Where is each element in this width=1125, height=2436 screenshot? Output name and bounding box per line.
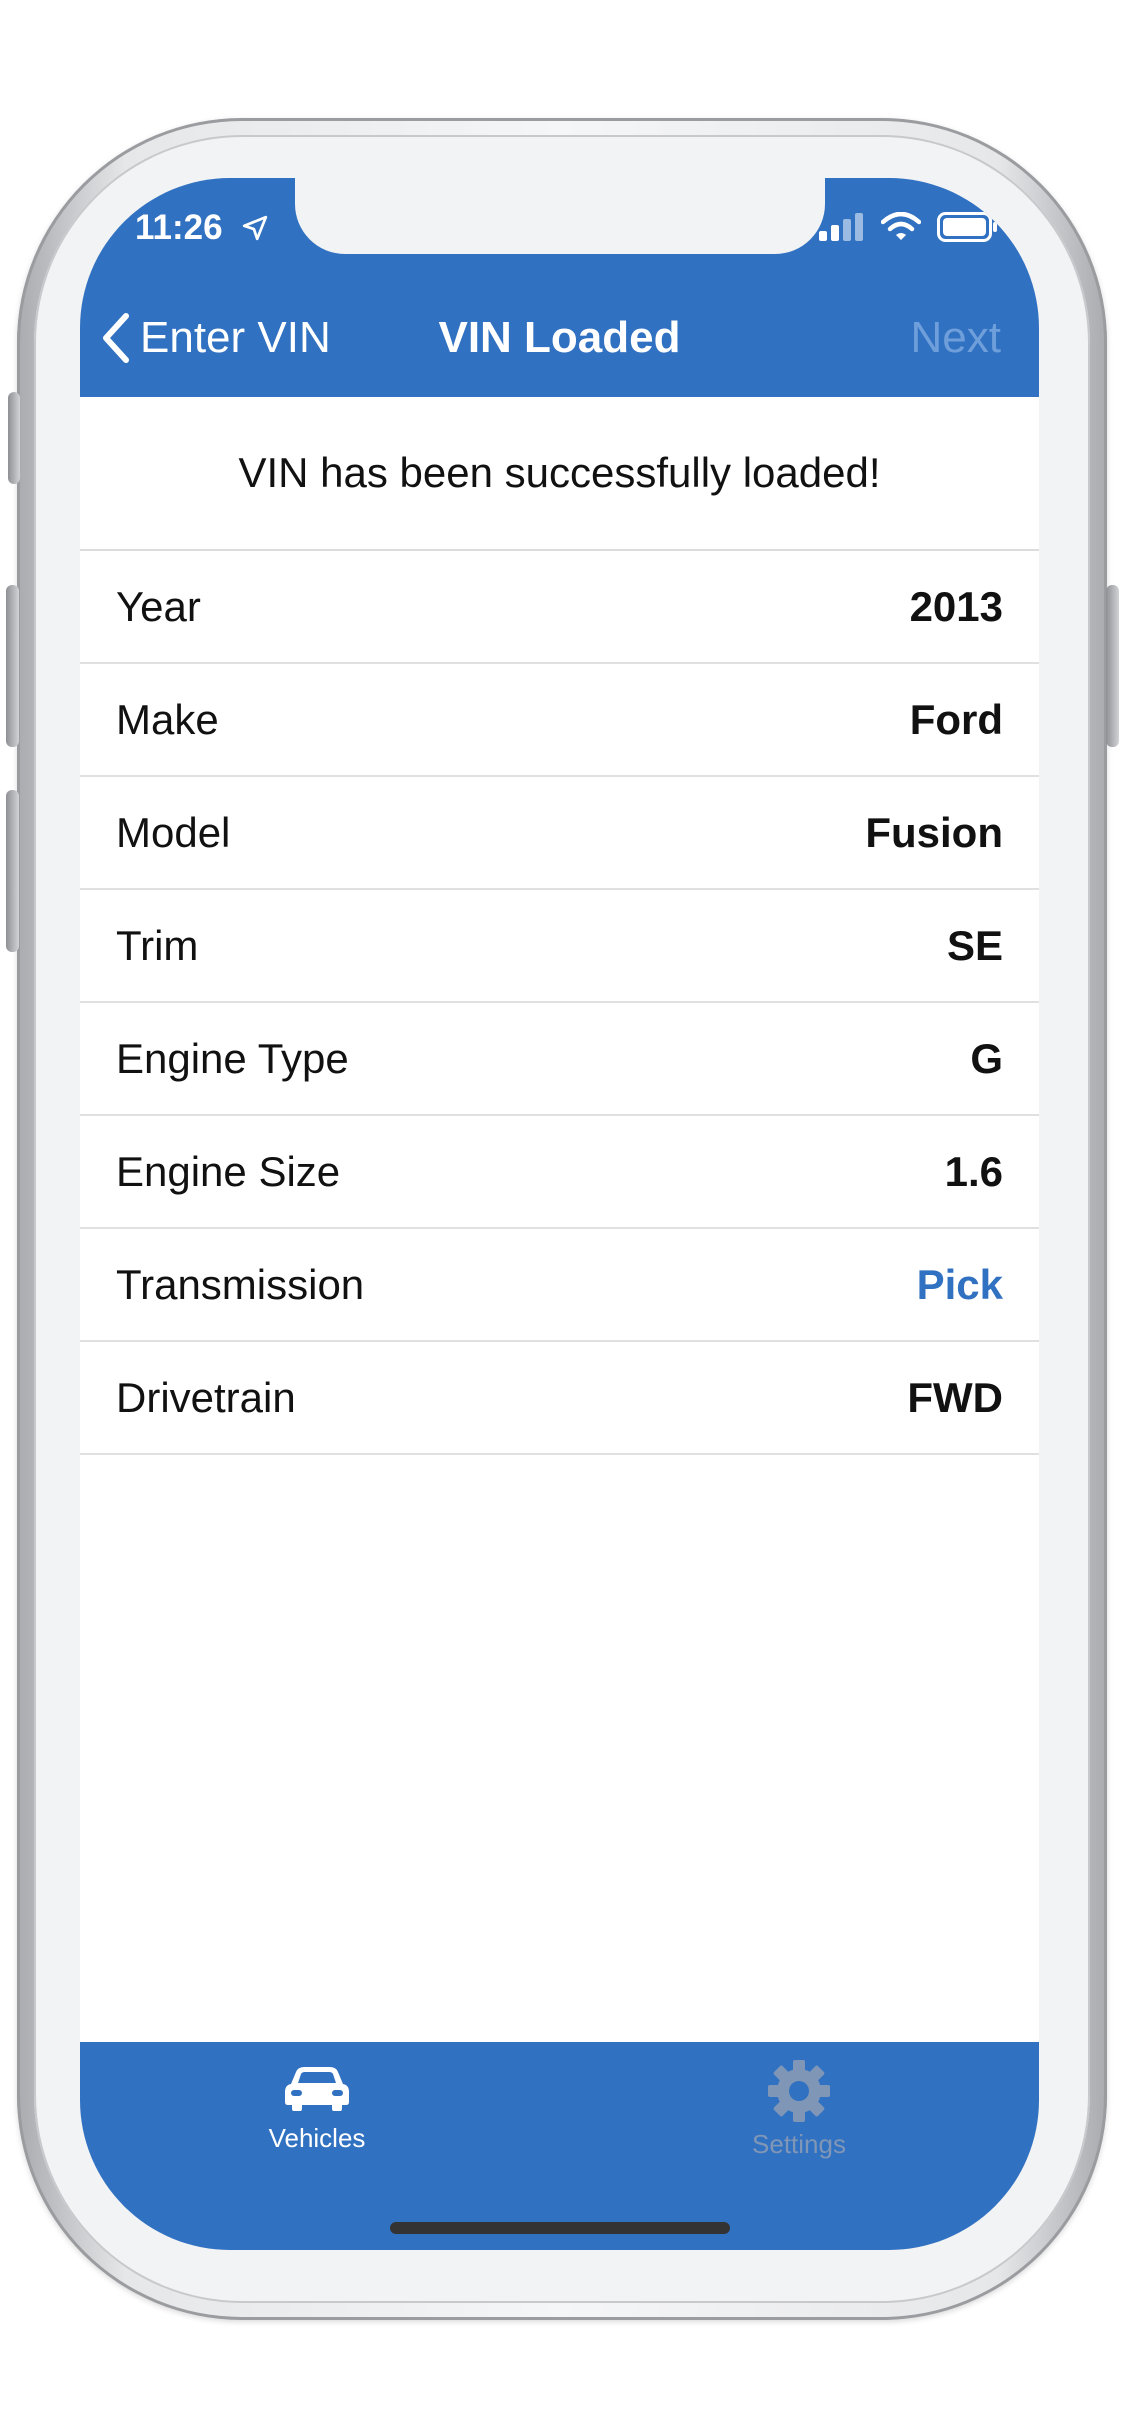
- gear-icon: [768, 2060, 830, 2122]
- phone-mute-switch: [8, 392, 20, 484]
- success-message: VIN has been successfully loaded!: [80, 397, 1039, 551]
- tab-vehicles[interactable]: Vehicles: [167, 2064, 467, 2154]
- detail-label: Drivetrain: [116, 1373, 296, 1421]
- status-time: 11:26: [135, 208, 268, 250]
- back-button-label: Enter VIN: [140, 313, 331, 362]
- status-time-text: 11:26: [135, 208, 223, 247]
- detail-label: Model: [116, 808, 231, 856]
- cellular-signal-icon: [819, 212, 865, 246]
- detail-label: Year: [116, 582, 201, 630]
- notch: [295, 178, 825, 254]
- detail-label: Engine Size: [116, 1147, 341, 1195]
- detail-row-transmission[interactable]: Transmission Pick: [80, 1229, 1039, 1342]
- chevron-left-icon: [103, 313, 129, 363]
- detail-value: 2013: [909, 582, 1003, 630]
- detail-value: 1.6: [944, 1147, 1003, 1195]
- detail-row-model: Model Fusion: [80, 777, 1039, 890]
- transmission-pick-link[interactable]: Pick: [917, 1261, 1003, 1309]
- detail-value: G: [970, 1034, 1003, 1082]
- detail-value: FWD: [907, 1373, 1003, 1421]
- wifi-icon: [880, 211, 922, 247]
- detail-row-year: Year 2013: [80, 551, 1039, 664]
- detail-value: Ford: [909, 695, 1003, 743]
- detail-label: Transmission: [116, 1260, 365, 1308]
- battery-icon: [937, 211, 999, 247]
- detail-value: Fusion: [865, 808, 1003, 856]
- status-indicators: [819, 211, 999, 247]
- phone-volume-up: [6, 585, 19, 747]
- detail-label: Trim: [116, 921, 199, 969]
- detail-row-trim: Trim SE: [80, 890, 1039, 1003]
- detail-row-make: Make Ford: [80, 664, 1039, 777]
- detail-row-engine-size: Engine Size 1.6: [80, 1116, 1039, 1229]
- vehicle-details: VIN has been successfully loaded! Year 2…: [80, 397, 1039, 1455]
- detail-label: Engine Type: [116, 1034, 349, 1082]
- phone-power-button: [1106, 585, 1119, 747]
- tab-bar: Vehicles Settings: [80, 2042, 1039, 2250]
- detail-value: SE: [946, 921, 1003, 969]
- phone-volume-down: [6, 790, 19, 952]
- detail-label: Make: [116, 695, 219, 743]
- app-screen: 11:26 Enter VIN VIN Loaded Next VIN has …: [80, 178, 1039, 2250]
- detail-row-engine-type: Engine Type G: [80, 1003, 1039, 1116]
- app-header: 11:26 Enter VIN VIN Loaded Next: [80, 178, 1039, 397]
- back-button[interactable]: Enter VIN: [100, 308, 331, 368]
- tab-settings-label: Settings: [752, 2129, 846, 2159]
- location-arrow-icon: [242, 210, 268, 250]
- next-button[interactable]: Next: [911, 308, 1001, 368]
- tab-vehicles-label: Vehicles: [268, 2123, 366, 2153]
- detail-row-drivetrain: Drivetrain FWD: [80, 1342, 1039, 1455]
- home-indicator[interactable]: [390, 2222, 730, 2234]
- tab-settings[interactable]: Settings: [649, 2060, 949, 2160]
- car-icon: [285, 2067, 349, 2111]
